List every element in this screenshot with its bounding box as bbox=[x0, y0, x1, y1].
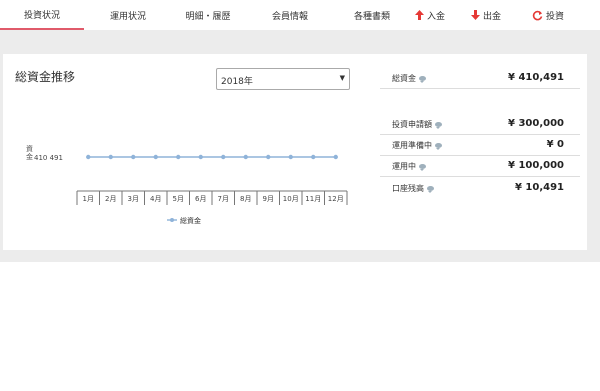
preparing-value: ¥ 0 bbox=[546, 139, 564, 150]
comment-icon[interactable] bbox=[419, 76, 426, 83]
balance-label: 口座残高 bbox=[392, 184, 424, 193]
data-point bbox=[311, 154, 316, 160]
summary-row: 運用中 ¥ 100,000 bbox=[380, 156, 580, 177]
summary-row: 運用準備中 ¥ 0 bbox=[380, 135, 580, 156]
preparing-label: 運用準備中 bbox=[392, 141, 432, 150]
summary-row: 投資申請額 ¥ 300,000 bbox=[380, 114, 580, 135]
applied-label: 投資申請額 bbox=[392, 120, 432, 129]
x-tick-label: 6月 bbox=[195, 195, 206, 203]
summary-total-row: 総資金 ¥ 410,491 bbox=[380, 68, 580, 89]
comment-icon[interactable] bbox=[435, 143, 442, 150]
deposit-label: 入金 bbox=[426, 11, 445, 22]
total-label: 総資金 bbox=[392, 74, 416, 83]
x-tick-label: 4月 bbox=[150, 195, 161, 203]
summary-label: 投資申請額 bbox=[392, 119, 442, 130]
data-point bbox=[288, 154, 293, 160]
arrow-up-icon bbox=[414, 10, 424, 20]
deposit-button[interactable]: 入金 bbox=[410, 0, 450, 30]
operating-label: 運用中 bbox=[392, 162, 416, 171]
x-tick-label: 3月 bbox=[128, 195, 139, 203]
x-tick-label: 1月 bbox=[83, 195, 94, 203]
summary-label: 運用中 bbox=[392, 161, 426, 172]
fund-chart: 資金 410 491 1月 2月 3月 4月 5月 6月 7月 8月 9月 10月 11月 12月総資金 bbox=[26, 144, 348, 225]
legend-label: 総資金 bbox=[180, 216, 201, 225]
y-tick-label: 410 491 bbox=[34, 154, 63, 162]
x-tick-label: 8月 bbox=[240, 195, 251, 203]
comment-icon[interactable] bbox=[427, 186, 434, 193]
data-point bbox=[108, 154, 113, 160]
summary-label: 運用準備中 bbox=[392, 140, 442, 151]
summary-label: 総資金 bbox=[392, 73, 426, 84]
y-axis-label: 資金 bbox=[26, 144, 33, 161]
summary-label: 口座残高 bbox=[392, 183, 434, 194]
x-tick-label: 10月 bbox=[283, 195, 299, 203]
x-tick-label: 9月 bbox=[263, 195, 274, 203]
refresh-icon bbox=[532, 10, 543, 21]
x-tick-label: 12月 bbox=[328, 195, 344, 203]
invest-button[interactable]: 投資 bbox=[526, 0, 570, 30]
data-point bbox=[221, 154, 226, 160]
x-tick-label: 2月 bbox=[105, 195, 116, 203]
data-point bbox=[131, 154, 136, 160]
x-tick-label: 5月 bbox=[173, 195, 184, 203]
data-point bbox=[333, 154, 338, 160]
x-tick-label: 7月 bbox=[218, 195, 229, 203]
data-point bbox=[198, 154, 203, 160]
data-point bbox=[86, 154, 91, 160]
data-point bbox=[266, 154, 271, 160]
withdraw-label: 出金 bbox=[482, 11, 501, 22]
x-tick-label: 11月 bbox=[305, 195, 321, 203]
summary-row: 口座残高 ¥ 10,491 bbox=[380, 178, 580, 198]
operating-value: ¥ 100,000 bbox=[508, 160, 564, 171]
data-point bbox=[176, 154, 181, 160]
data-point bbox=[153, 154, 158, 160]
comment-icon[interactable] bbox=[435, 122, 442, 129]
data-point bbox=[243, 154, 248, 160]
arrow-down-icon bbox=[470, 10, 480, 20]
balance-value: ¥ 10,491 bbox=[514, 182, 564, 193]
invest-label: 投資 bbox=[545, 11, 564, 22]
withdraw-button[interactable]: 出金 bbox=[466, 0, 506, 30]
comment-icon[interactable] bbox=[419, 164, 426, 171]
total-value: ¥ 410,491 bbox=[508, 72, 564, 83]
applied-value: ¥ 300,000 bbox=[508, 118, 564, 129]
legend-marker bbox=[170, 218, 174, 222]
